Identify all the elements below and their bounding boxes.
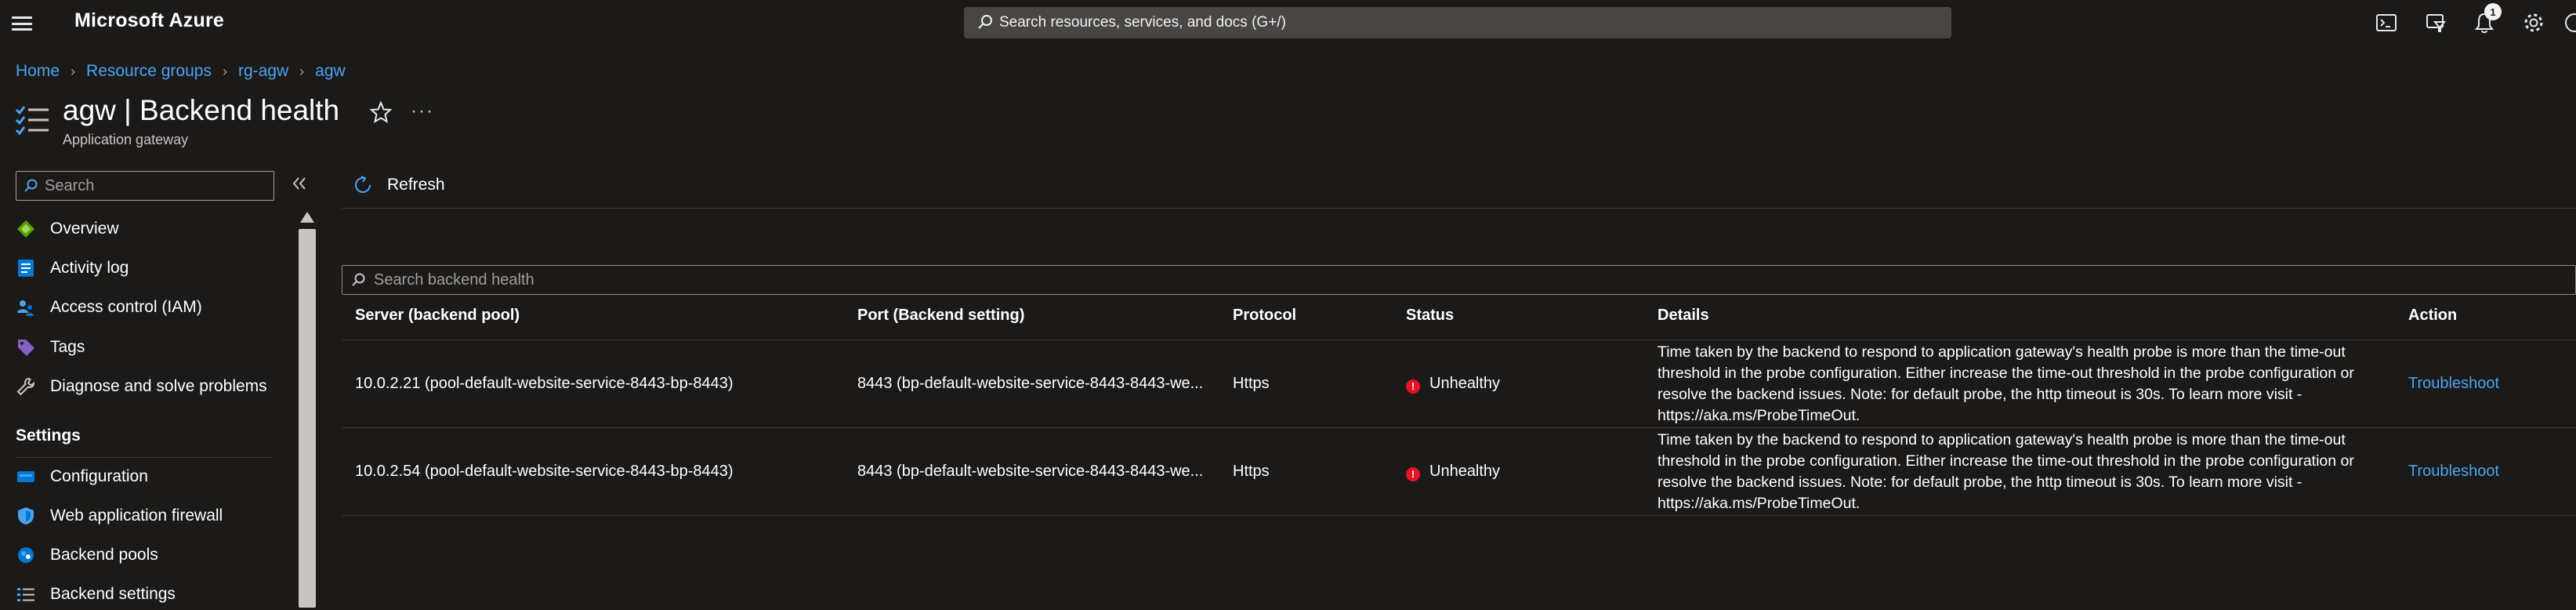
backend-pools-icon [18, 547, 34, 563]
sidebar-item-label: Overview [50, 220, 119, 238]
troubleshoot-link[interactable]: Troubleshoot [2408, 463, 2499, 481]
table-search-input[interactable] [374, 266, 2552, 294]
sidebar-item-label: Web application firewall [50, 507, 223, 525]
nav-search-box[interactable] [16, 171, 274, 201]
scroll-up-arrow-icon[interactable] [300, 212, 314, 223]
error-icon: ! [1406, 379, 1420, 394]
cell-status: ! Unhealthy [1406, 463, 1500, 481]
status-text: Unhealthy [1429, 463, 1501, 480]
cell-status: ! Unhealthy [1406, 375, 1500, 394]
sidebar-item-backend-settings[interactable]: Backend settings [16, 579, 176, 610]
column-header-server[interactable]: Server (backend pool) [355, 307, 520, 325]
favorite-star-icon[interactable] [368, 100, 393, 125]
troubleshoot-link[interactable]: Troubleshoot [2408, 375, 2499, 393]
directory-filter-icon[interactable] [2424, 11, 2447, 34]
search-icon [978, 15, 992, 29]
row-divider [342, 427, 2576, 428]
configuration-icon [17, 471, 34, 482]
portal-menu-icon[interactable] [9, 13, 34, 34]
sidebar-item-label: Backend settings [50, 585, 176, 603]
cell-details: Time taken by the backend to respond to … [1658, 431, 2354, 512]
table-header-divider [342, 339, 2576, 340]
cell-server: 10.0.2.21 (pool-default-website-service-… [355, 375, 734, 392]
cell-protocol: Https [1233, 375, 1270, 392]
sidebar-item-activity-log[interactable]: Activity log [16, 252, 129, 284]
shield-icon [18, 507, 34, 525]
global-search-box[interactable] [964, 7, 1951, 38]
sidebar-item-label: Configuration [50, 467, 148, 485]
nav-scrollbar-thumb[interactable] [299, 229, 316, 608]
error-icon: ! [1406, 467, 1420, 481]
table-search-box[interactable] [342, 265, 2576, 295]
page-subtitle: Application gateway [63, 132, 189, 147]
search-icon [24, 179, 38, 192]
toolbar-divider [342, 208, 2576, 209]
column-header-port[interactable]: Port (Backend setting) [857, 307, 1024, 325]
sidebar-item-diagnose[interactable]: Diagnose and solve problems [16, 371, 267, 402]
nav-search-input[interactable] [45, 172, 272, 200]
chevron-right-icon: › [299, 63, 305, 79]
top-bar: Microsoft Azure 1 [0, 0, 2576, 47]
brand-title[interactable]: Microsoft Azure [74, 9, 224, 32]
sidebar-item-waf[interactable]: Web application firewall [16, 500, 223, 532]
collapse-menu-icon[interactable] [290, 174, 309, 193]
cell-protocol: Https [1233, 463, 1270, 480]
breadcrumb-agw[interactable]: agw [315, 62, 346, 81]
global-search-input[interactable] [999, 7, 1940, 38]
sidebar-item-tags[interactable]: Tags [16, 332, 85, 363]
sidebar-item-label: Tags [50, 338, 85, 356]
column-header-protocol[interactable]: Protocol [1233, 307, 1296, 325]
settings-icon[interactable] [2522, 11, 2545, 34]
column-header-action[interactable]: Action [2408, 307, 2457, 325]
column-header-status[interactable]: Status [1406, 307, 1454, 325]
sidebar-item-label: Backend pools [50, 546, 158, 564]
sidebar-item-backend-pools[interactable]: Backend pools [16, 539, 158, 571]
chevron-right-icon: › [71, 63, 76, 79]
nav-divider [16, 457, 271, 458]
backend-settings-icon [17, 588, 34, 601]
cell-details: Time taken by the backend to respond to … [1658, 343, 2354, 424]
cell-port: 8443 (bp-default-website-service-8443-84… [857, 463, 1204, 480]
cloud-shell-icon[interactable] [2375, 11, 2398, 34]
sidebar-item-access-control[interactable]: Access control (IAM) [16, 292, 202, 323]
breadcrumb: Home › Resource groups › rg-agw › agw [16, 60, 346, 83]
sidebar-item-configuration[interactable]: Configuration [16, 461, 148, 492]
wrench-icon [16, 377, 35, 396]
iam-icon [17, 300, 34, 316]
breadcrumb-resource-groups[interactable]: Resource groups [86, 62, 212, 81]
help-icon[interactable] [2563, 11, 2576, 34]
cell-server: 10.0.2.54 (pool-default-website-service-… [355, 463, 734, 480]
notification-count-badge: 1 [2484, 3, 2502, 20]
sidebar-item-overview[interactable]: Overview [16, 213, 119, 245]
cell-port: 8443 (bp-default-website-service-8443-84… [857, 375, 1204, 392]
column-header-details[interactable]: Details [1658, 307, 1709, 325]
breadcrumb-rg-agw[interactable]: rg-agw [238, 62, 288, 81]
tag-icon [18, 339, 34, 356]
page-title: agw | Backend health [63, 94, 340, 126]
overview-icon [17, 220, 34, 238]
more-options-icon[interactable]: ··· [411, 100, 434, 122]
chevron-right-icon: › [222, 63, 227, 79]
sidebar-item-label: Diagnose and solve problems [50, 377, 267, 395]
sidebar-item-label: Activity log [50, 259, 129, 277]
backend-health-icon [15, 106, 49, 136]
sidebar-item-label: Access control (IAM) [50, 298, 202, 316]
status-text: Unhealthy [1429, 375, 1501, 392]
search-icon [352, 273, 365, 286]
activity-log-icon [18, 260, 34, 277]
refresh-icon [355, 176, 371, 193]
row-divider [342, 515, 2576, 516]
breadcrumb-home[interactable]: Home [16, 62, 60, 81]
settings-section-header: Settings [16, 427, 81, 445]
refresh-label: Refresh [387, 176, 445, 194]
refresh-button[interactable]: Refresh [351, 171, 445, 199]
